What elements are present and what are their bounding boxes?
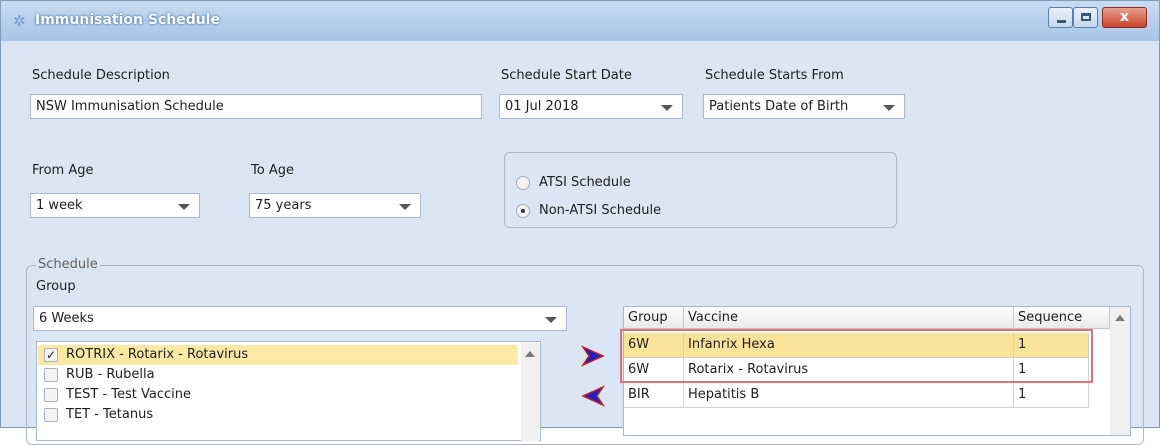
checkbox-checked-icon[interactable]: ✓ bbox=[44, 348, 58, 362]
list-scrollbar[interactable] bbox=[521, 343, 539, 441]
starts-from-value: Patients Date of Birth bbox=[709, 99, 849, 114]
chevron-down-icon bbox=[545, 317, 557, 323]
list-item-label: RUB - Rubella bbox=[66, 367, 155, 382]
chevron-down-icon bbox=[661, 105, 673, 111]
start-date-value: 01 Jul 2018 bbox=[505, 99, 579, 114]
starts-from-dropdown[interactable]: Patients Date of Birth bbox=[703, 94, 905, 119]
schedule-legend: Schedule bbox=[36, 257, 100, 272]
group-value: 6 Weeks bbox=[39, 311, 94, 326]
list-item-label: ROTRIX - Rotarix - Rotavirus bbox=[66, 347, 249, 362]
cell-vaccine[interactable]: Rotarix - Rotavirus bbox=[684, 358, 1014, 383]
non-atsi-radio[interactable]: Non-ATSI Schedule bbox=[516, 201, 716, 221]
remove-vaccine-button[interactable] bbox=[581, 384, 605, 408]
radio-dot bbox=[521, 209, 525, 213]
list-item-label: TEST - Test Vaccine bbox=[66, 387, 192, 402]
start-date-label: Schedule Start Date bbox=[501, 68, 632, 83]
add-vaccine-button[interactable] bbox=[581, 344, 605, 368]
starts-from-label: Schedule Starts From bbox=[705, 68, 844, 83]
non-atsi-label: Non-ATSI Schedule bbox=[539, 203, 662, 218]
to-age-dropdown[interactable]: 75 years bbox=[249, 193, 421, 218]
description-field[interactable]: NSW Immunisation Schedule bbox=[30, 94, 482, 119]
cell-vaccine[interactable]: Hepatitis B bbox=[684, 383, 1014, 408]
list-item[interactable]: TET - Tetanus bbox=[38, 405, 518, 425]
checkbox-icon[interactable] bbox=[44, 408, 58, 422]
app-icon: ✲ bbox=[13, 12, 26, 30]
chevron-down-icon bbox=[399, 204, 411, 210]
maximize-icon bbox=[1081, 13, 1091, 21]
to-age-value: 75 years bbox=[255, 198, 312, 213]
description-label: Schedule Description bbox=[32, 68, 170, 83]
window-title: Immunisation Schedule bbox=[35, 12, 220, 28]
from-age-dropdown[interactable]: 1 week bbox=[30, 193, 200, 218]
list-item[interactable]: TEST - Test Vaccine bbox=[38, 385, 518, 405]
description-value: NSW Immunisation Schedule bbox=[36, 99, 224, 114]
chevron-down-icon bbox=[178, 204, 190, 210]
list-item[interactable]: ✓ ROTRIX - Rotarix - Rotavirus bbox=[38, 345, 518, 365]
vaccine-list[interactable]: ✓ ROTRIX - Rotarix - Rotavirus RUB - Rub… bbox=[36, 341, 541, 441]
arrow-left-icon bbox=[581, 385, 605, 407]
radio-button-selected-icon bbox=[516, 204, 530, 218]
title-bar[interactable]: ✲ Immunisation Schedule x bbox=[1, 1, 1159, 41]
minimize-button[interactable] bbox=[1048, 7, 1073, 28]
close-button[interactable]: x bbox=[1102, 7, 1147, 28]
radio-button-icon bbox=[516, 176, 530, 190]
from-age-label: From Age bbox=[32, 163, 94, 178]
chevron-down-icon bbox=[883, 105, 895, 111]
grid-scrollbar[interactable] bbox=[1110, 307, 1130, 435]
checkbox-icon[interactable] bbox=[44, 388, 58, 402]
list-item[interactable]: RUB - Rubella bbox=[38, 365, 518, 385]
to-age-label: To Age bbox=[251, 163, 294, 178]
checkbox-icon[interactable] bbox=[44, 368, 58, 382]
close-icon: x bbox=[1119, 9, 1130, 25]
group-dropdown[interactable]: 6 Weeks bbox=[33, 306, 567, 331]
cell-vaccine[interactable]: Infanrix Hexa bbox=[684, 333, 1014, 358]
maximize-button[interactable] bbox=[1073, 7, 1098, 28]
start-date-dropdown[interactable]: 01 Jul 2018 bbox=[499, 94, 683, 119]
atsi-radio[interactable]: ATSI Schedule bbox=[516, 173, 716, 193]
schedule-grid[interactable]: Group Vaccine Sequence 6W Infanrix Hexa … bbox=[623, 306, 1131, 436]
arrow-right-icon bbox=[581, 345, 605, 367]
cell-group[interactable]: 6W bbox=[624, 358, 684, 383]
cell-group[interactable]: BIR bbox=[624, 383, 684, 408]
group-label: Group bbox=[36, 279, 76, 294]
cell-sequence[interactable]: 1 bbox=[1014, 358, 1089, 383]
column-header-vaccine[interactable]: Vaccine bbox=[684, 307, 1014, 329]
list-item-label: TET - Tetanus bbox=[66, 407, 154, 422]
scroll-up-icon[interactable] bbox=[1115, 315, 1125, 321]
from-age-value: 1 week bbox=[36, 198, 83, 213]
cell-sequence[interactable]: 1 bbox=[1014, 333, 1089, 358]
cell-group[interactable]: 6W bbox=[624, 333, 684, 358]
column-header-group[interactable]: Group bbox=[624, 307, 684, 329]
atsi-label: ATSI Schedule bbox=[539, 175, 631, 190]
cell-sequence[interactable]: 1 bbox=[1014, 383, 1089, 408]
scroll-up-icon[interactable] bbox=[525, 351, 535, 357]
column-header-sequence[interactable]: Sequence bbox=[1014, 307, 1110, 329]
immunisation-schedule-window: ✲ Immunisation Schedule x Schedule Descr… bbox=[0, 0, 1160, 445]
minimize-icon bbox=[1057, 20, 1066, 23]
